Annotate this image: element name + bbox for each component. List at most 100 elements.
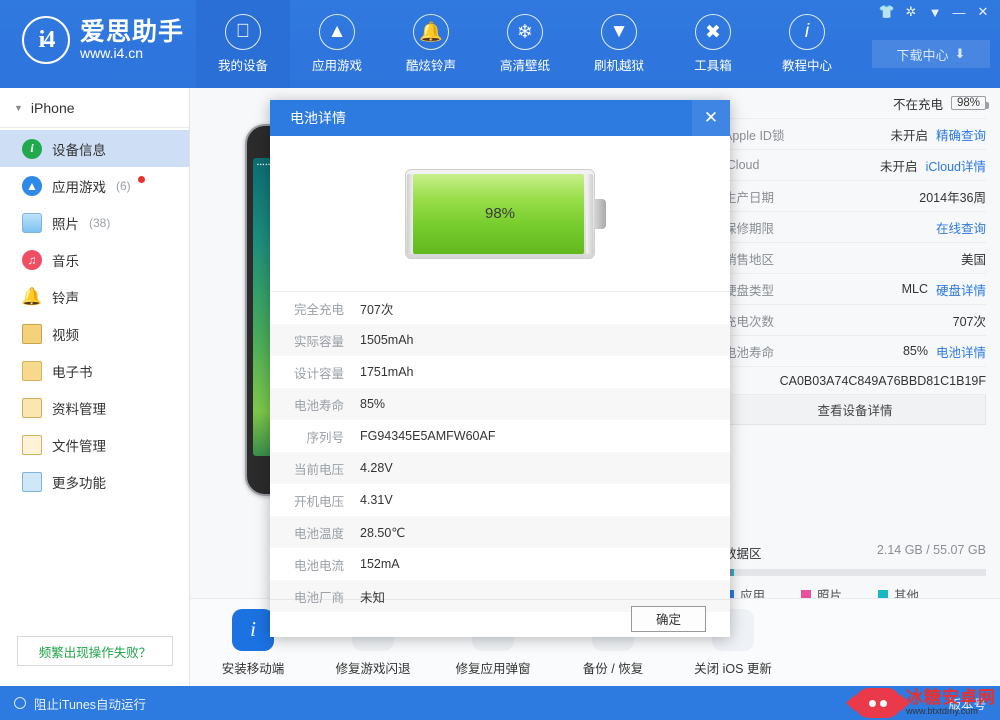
- info-row-charging: 不在充电 98%: [724, 88, 990, 119]
- battery-percent-label: 98%: [484, 205, 516, 222]
- detail-value: 4.28V: [360, 461, 393, 475]
- battery-detail-link[interactable]: 电池详情: [936, 342, 986, 361]
- online-query-link[interactable]: 在线查询: [936, 218, 986, 237]
- detail-label: 实际容量: [293, 334, 344, 349]
- sidebar-item-video[interactable]: 视频: [0, 315, 189, 352]
- view-device-detail-button[interactable]: 查看设备详情: [724, 395, 986, 425]
- gear-icon[interactable]: ✲: [900, 2, 922, 22]
- detail-row: 当前电压 4.28V: [270, 452, 730, 484]
- flower-icon: ❄: [507, 14, 543, 50]
- sidebar-item-count: (38): [89, 215, 111, 230]
- info-label: Apple ID锁: [724, 128, 785, 143]
- tool-label: 备份 / 恢复: [582, 661, 644, 676]
- info-label: iCloud: [724, 158, 760, 172]
- site-watermark: 冰糖安卓网 www.btxtdmy.com: [846, 688, 996, 718]
- appstore-icon: ▲: [319, 14, 355, 50]
- detail-row: 电池温度 28.50℃: [270, 516, 730, 548]
- storage-section: 数据区 2.14 GB / 55.07 GB 应用 照片 其他: [724, 543, 986, 604]
- battery-detail-dialog: 电池详情 ✕ 98% 完全充电 707次 实际容量 1505mAh 设计容量 1…: [270, 100, 730, 637]
- apple-icon: : [225, 14, 261, 50]
- nav-item-apps-games[interactable]: ▲ 应用游戏: [290, 0, 384, 88]
- detail-row: 完全充电 707次: [270, 292, 730, 324]
- detail-row: 设计容量 1751mAh: [270, 356, 730, 388]
- app-logo: i4 爱思助手 www.i4.cn: [22, 16, 184, 64]
- close-icon[interactable]: ✕: [692, 100, 730, 136]
- appstore-icon: ▲: [22, 175, 42, 196]
- exact-query-link[interactable]: 精确查询: [936, 125, 986, 144]
- sidebar: ▼ iPhone i 设备信息 ▲ 应用游戏 (6) 照片 (38) ♫ 音乐 …: [0, 88, 190, 686]
- sidebar-item-count: (6): [116, 178, 131, 193]
- radio-icon: [14, 697, 26, 709]
- detail-value: 1505mAh: [360, 333, 414, 347]
- sidebar-item-music[interactable]: ♫ 音乐: [0, 241, 189, 278]
- info-value: 未开启: [880, 159, 918, 174]
- i4-app-icon: i: [232, 608, 274, 651]
- sidebar-item-more[interactable]: 更多功能: [0, 463, 189, 500]
- skin-icon[interactable]: 👕: [876, 2, 898, 22]
- window-controls: 👕 ✲ ▼ — ✕: [876, 2, 994, 22]
- nav-item-ringtones[interactable]: 🔔 酷炫铃声: [384, 0, 478, 88]
- dialog-title-bar: 电池详情 ✕: [270, 100, 730, 136]
- nav-item-toolbox[interactable]: ✖ 工具箱: [666, 0, 760, 88]
- logo-name: 爱思助手: [80, 18, 185, 47]
- close-icon[interactable]: ✕: [972, 2, 994, 22]
- download-icon: ⬇: [954, 46, 966, 61]
- sidebar-item-file-manage[interactable]: 文件管理: [0, 426, 189, 463]
- detail-label: 当前电压: [293, 462, 344, 477]
- watermark-title: 冰糖安卓网: [906, 688, 996, 708]
- block-itunes-toggle[interactable]: 阻止iTunes自动运行: [14, 694, 146, 713]
- info-value: 85%: [902, 344, 928, 358]
- icloud-detail-link[interactable]: iCloud详情: [926, 156, 986, 175]
- logo-url: www.i4.cn: [80, 45, 144, 62]
- info-row-sales-region: 销售地区 美国: [724, 243, 986, 274]
- music-icon: ♫: [22, 249, 42, 270]
- detail-value: 152mA: [360, 557, 400, 571]
- sidebar-item-ringtones[interactable]: 🔔 铃声: [0, 278, 189, 315]
- block-itunes-label: 阻止iTunes自动运行: [34, 697, 147, 712]
- sidebar-item-photos[interactable]: 照片 (38): [0, 204, 189, 241]
- sidebar-item-ebooks[interactable]: 电子书: [0, 352, 189, 389]
- sidebar-item-apps-games[interactable]: ▲ 应用游戏 (6): [0, 167, 189, 204]
- sidebar-item-label: 电子书: [52, 364, 93, 380]
- watermark-url: www.btxtdmy.com: [906, 706, 978, 717]
- ok-button[interactable]: 确定: [631, 605, 706, 632]
- storage-seg-other: [730, 569, 735, 576]
- info-row-icloud: iCloud 未开启 iCloud详情: [724, 150, 986, 181]
- device-status-bar: ▪▪▪▪▪: [257, 162, 271, 168]
- sidebar-item-label: 照片: [52, 216, 79, 232]
- detail-label: 开机电压: [293, 494, 344, 509]
- detail-row: 电池寿命 85%: [270, 388, 730, 420]
- info-value: 707次: [952, 314, 986, 329]
- sidebar-item-device-info[interactable]: i 设备信息: [0, 130, 189, 167]
- battery-detail-rows: 完全充电 707次 实际容量 1505mAh 设计容量 1751mAh 电池寿命…: [270, 291, 730, 612]
- chevron-down-icon[interactable]: ▼: [924, 2, 946, 22]
- battery-indicator: 98%: [405, 168, 606, 259]
- nav-label: 高清壁纸: [499, 59, 550, 73]
- sidebar-item-label: 更多功能: [52, 475, 106, 491]
- operation-failed-button[interactable]: 频繁出现操作失败？: [17, 636, 173, 666]
- detail-label: 完全充电: [293, 302, 344, 317]
- download-center-button[interactable]: 下载中心 ⬇: [872, 40, 990, 68]
- disk-detail-link[interactable]: 硬盘详情: [936, 280, 986, 299]
- sidebar-list: i 设备信息 ▲ 应用游戏 (6) 照片 (38) ♫ 音乐 🔔 铃声 视频 电…: [0, 128, 189, 500]
- detail-value: FG94345E5AMFW60AF: [360, 429, 496, 443]
- dialog-title: 电池详情: [290, 110, 346, 126]
- detail-label: 电池厂商: [293, 590, 344, 605]
- photo-icon: [22, 212, 42, 233]
- sidebar-item-label: 应用游戏: [52, 179, 106, 195]
- device-selector[interactable]: ▼ iPhone: [0, 88, 189, 128]
- minimize-icon[interactable]: —: [948, 2, 970, 22]
- nav-item-flash-jailbreak[interactable]: ▼ 刷机越狱: [572, 0, 666, 88]
- detail-value: 707次: [360, 302, 394, 317]
- udid-row: CA0B03A74C849A76BBD81C1B19F: [724, 367, 986, 395]
- nav-label: 酷炫铃声: [405, 59, 456, 73]
- nav-item-tutorial[interactable]: i 教程中心: [760, 0, 854, 88]
- video-icon: [22, 323, 42, 344]
- nav-item-wallpapers[interactable]: ❄ 高清壁纸: [478, 0, 572, 88]
- sidebar-item-data-manage[interactable]: 资料管理: [0, 389, 189, 426]
- nav-item-my-device[interactable]:  我的设备: [196, 0, 290, 88]
- info-value: 未开启: [890, 128, 928, 143]
- battery-graphic-area: 98%: [270, 136, 730, 291]
- nav-label: 刷机越狱: [593, 59, 644, 73]
- file-icon: [22, 434, 42, 455]
